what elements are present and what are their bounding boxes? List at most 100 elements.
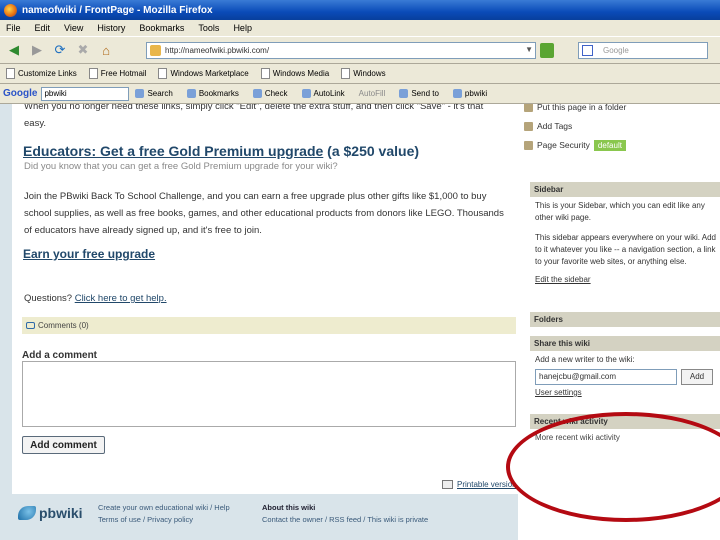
folder-action[interactable]: Put this page in a folder (524, 104, 626, 117)
bookmark-item[interactable]: Windows (341, 68, 386, 79)
intro-text: When you no longer need these links, sim… (24, 104, 484, 129)
page-icon (341, 68, 351, 79)
security-action[interactable]: Page Security default (524, 136, 626, 155)
gb-label: Send to (411, 89, 439, 98)
pbwiki-logo[interactable]: pbwiki (18, 505, 83, 521)
google-check-button[interactable]: Check (252, 89, 288, 98)
google-toolbar: Google pbwiki Search Bookmarks Check Aut… (0, 84, 720, 104)
edit-sidebar-link[interactable]: Edit the sidebar (535, 274, 716, 286)
google-sendto-button[interactable]: Send to (399, 89, 439, 98)
back-icon[interactable]: ◀ (4, 40, 24, 60)
search-placeholder: Google (603, 46, 629, 55)
google-autolink-button[interactable]: AutoLink (301, 89, 345, 98)
home-icon[interactable]: ⌂ (96, 40, 116, 60)
sidebar-box-body: This is your Sidebar, which you can edit… (530, 197, 720, 286)
footer-create-link[interactable]: Create your own educational wiki / Help (98, 502, 230, 514)
folders-title: Folders (530, 312, 720, 327)
activity-title: Recent wiki activity (530, 414, 720, 429)
invite-row: hanejcbu@gmail.com Add (535, 369, 716, 387)
search-icon (135, 89, 145, 98)
security-badge: default (593, 140, 626, 151)
menu-file[interactable]: File (6, 23, 21, 33)
tag-icon (524, 122, 533, 131)
footer-about-title: About this wiki (262, 503, 316, 512)
menu-bookmarks[interactable]: Bookmarks (139, 23, 184, 33)
google-search-input[interactable]: pbwiki (41, 86, 130, 101)
bookmark-item[interactable]: Customize Links (6, 68, 77, 79)
sidebar-text-1: This is your Sidebar, which you can edit… (535, 201, 705, 222)
sidebar-box-title: Sidebar (530, 182, 720, 197)
questions-prefix: Questions? (24, 293, 75, 304)
google-autofill-button[interactable]: AutoFill (359, 89, 386, 98)
menu-tools[interactable]: Tools (198, 23, 219, 33)
title-bar: nameofwiki / FrontPage - Mozilla Firefox (0, 0, 720, 20)
invite-email-input[interactable]: hanejcbu@gmail.com (535, 369, 677, 385)
search-engine-icon[interactable] (582, 45, 593, 56)
bookmark-label: Free Hotmail (100, 69, 147, 78)
activity-body: More recent wiki activity (530, 429, 720, 444)
page-icon (260, 68, 270, 79)
main-pane: When you no longer need these links, sim… (12, 104, 518, 494)
site-favicon-icon (150, 45, 161, 56)
comments-bar[interactable]: Comments (0) (22, 317, 516, 334)
educators-question: Did you know that you can get a free Gol… (24, 161, 338, 172)
gb-label: Bookmarks (198, 89, 239, 98)
stop-icon[interactable]: ✖ (73, 40, 93, 60)
educators-body: Join the PBwiki Back To School Challenge… (24, 191, 504, 236)
action-label: Page Security (537, 140, 590, 150)
questions-line: Questions? Click here to get help. (24, 290, 167, 307)
send-icon (399, 89, 409, 98)
menu-edit[interactable]: Edit (35, 23, 51, 33)
url-text: http://nameofwiki.pbwiki.com/ (165, 46, 270, 55)
bookmark-item[interactable]: Free Hotmail (88, 68, 147, 79)
add-writer-button[interactable]: Add (681, 369, 713, 385)
menu-help[interactable]: Help (233, 23, 252, 33)
google-highlight-term[interactable]: pbwiki (452, 89, 487, 98)
bookmark-label: Windows (353, 69, 386, 78)
forward-icon[interactable]: ▶ (27, 40, 47, 60)
menu-history[interactable]: History (97, 23, 125, 33)
reload-icon[interactable]: ⟳ (50, 40, 70, 60)
google-logo: Google (3, 88, 38, 99)
add-comment-button[interactable]: Add comment (22, 436, 105, 454)
action-label: Put this page in a folder (537, 104, 627, 112)
educators-heading-link[interactable]: Educators: Get a free Gold Premium upgra… (23, 143, 323, 159)
printer-icon (442, 480, 453, 489)
footer-col-right: About this wiki Contact the owner / RSS … (262, 502, 428, 526)
menu-view[interactable]: View (64, 23, 83, 33)
url-dropdown-icon[interactable]: ▼ (525, 45, 533, 54)
help-link[interactable]: Click here to get help. (75, 293, 167, 304)
share-box: Share this wiki Add a new writer to the … (530, 336, 720, 406)
bookmark-label: Windows Media (272, 69, 330, 78)
google-search-button[interactable]: Search (135, 89, 173, 98)
bookmarks-toolbar: Customize Links Free Hotmail Windows Mar… (0, 64, 720, 84)
page-actions: Put this page in a folder Add Tags Page … (524, 104, 626, 155)
comment-textarea[interactable] (22, 361, 516, 427)
pbwiki-logo-text: pbwiki (39, 505, 83, 521)
gb-label: Search (147, 89, 173, 98)
share-title: Share this wiki (530, 336, 720, 351)
bookmark-item[interactable]: Windows Marketplace (158, 68, 249, 79)
bookmark-label: Customize Links (18, 69, 77, 78)
tags-action[interactable]: Add Tags (524, 117, 626, 136)
educators-heading: Educators: Get a free Gold Premium upgra… (23, 143, 419, 159)
printable-version-link[interactable]: Printable version (442, 480, 517, 489)
navigation-toolbar: ◀ ▶ ⟳ ✖ ⌂ http://nameofwiki.pbwiki.com/ … (0, 36, 720, 64)
autolink-icon (301, 89, 311, 98)
footer-terms-link[interactable]: Terms of use / Privacy policy (98, 514, 230, 526)
search-input[interactable]: Google (578, 42, 708, 59)
recent-activity-link[interactable]: More recent wiki activity (535, 432, 716, 444)
footer-contact-link[interactable]: Contact the owner / RSS feed / This wiki… (262, 514, 428, 526)
go-icon[interactable] (540, 43, 554, 58)
user-settings-link[interactable]: User settings (535, 387, 716, 399)
bookmark-item[interactable]: Windows Media (260, 68, 330, 79)
gb-label: AutoFill (358, 89, 386, 98)
url-bar[interactable]: http://nameofwiki.pbwiki.com/ ▼ (146, 42, 536, 59)
share-label: Add a new writer to the wiki: (535, 355, 635, 364)
google-bookmarks-button[interactable]: Bookmarks (186, 89, 239, 98)
educators-heading-suffix: (a $250 value) (323, 143, 420, 159)
menu-bar: File Edit View History Bookmarks Tools H… (0, 20, 720, 36)
share-body: Add a new writer to the wiki: hanejcbu@g… (530, 351, 720, 399)
earn-upgrade-link[interactable]: Earn your free upgrade (23, 247, 155, 261)
earn-upgrade-heading: Earn your free upgrade (23, 247, 155, 261)
